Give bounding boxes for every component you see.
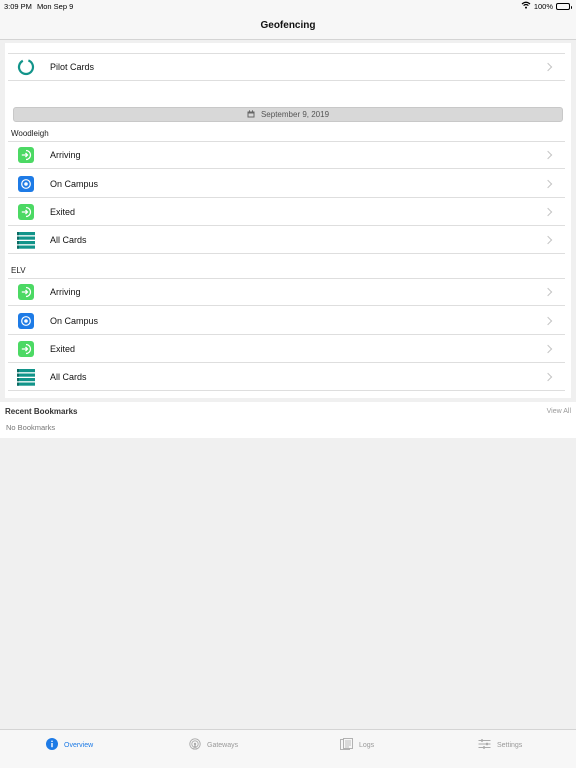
tab-bar: Overview Gateways Logs Settings (0, 729, 576, 768)
chevron-right-icon (543, 207, 553, 216)
bookmarks-empty-text: No Bookmarks (6, 423, 56, 432)
date-selector[interactable]: September 9, 2019 (13, 107, 563, 122)
status-right: 100% (521, 1, 572, 11)
cards-stack-icon (17, 231, 35, 249)
chevron-right-icon (543, 62, 553, 72)
tab-gateways[interactable]: Gateways (189, 738, 238, 752)
pilot-cards-label: Pilot Cards (50, 62, 95, 72)
row-label: All Cards (50, 371, 87, 382)
calendar-icon (247, 109, 255, 120)
view-all-link[interactable]: View All (547, 408, 571, 415)
woodleigh-arriving-row[interactable]: Arriving (8, 141, 565, 169)
woodleigh-exited-row[interactable]: Exited (8, 198, 565, 226)
tab-label: Settings (497, 741, 523, 749)
tab-label: Logs (359, 741, 375, 749)
recent-bookmarks-section: Recent Bookmarks View All No Bookmarks (0, 402, 576, 438)
tab-settings[interactable]: Settings (478, 738, 522, 752)
chevron-right-icon (543, 344, 553, 353)
chevron-right-icon (543, 287, 553, 297)
woodleigh-all-cards-row[interactable]: All Cards (8, 226, 565, 254)
elv-on-campus-row[interactable]: On Campus (8, 307, 565, 335)
circle-ring-icon (17, 58, 35, 76)
pilot-cards-row[interactable]: Pilot Cards (8, 53, 565, 81)
location-dot-icon (18, 312, 34, 329)
logs-icon (340, 738, 353, 752)
woodleigh-on-campus-row[interactable]: On Campus (8, 170, 565, 198)
row-label: Exited (50, 206, 76, 217)
arrive-icon (18, 284, 34, 300)
info-icon (46, 738, 58, 752)
row-label: Exited (50, 343, 76, 354)
row-label: On Campus (50, 315, 99, 326)
row-label: On Campus (50, 178, 99, 189)
wifi-icon (521, 1, 531, 11)
arrive-icon (18, 147, 34, 163)
status-bar: 3:09 PM Mon Sep 9 100% (0, 0, 576, 12)
status-time: 3:09 PM (4, 2, 32, 11)
chevron-right-icon (543, 316, 553, 325)
broadcast-icon (189, 738, 201, 752)
chevron-right-icon (543, 235, 553, 244)
elv-arriving-row[interactable]: Arriving (8, 278, 565, 306)
page-title: Geofencing (260, 20, 316, 31)
navigation-bar: Geofencing (0, 12, 576, 40)
row-label: Arriving (50, 150, 81, 160)
location-dot-icon (18, 175, 34, 192)
battery-percent: 100% (533, 1, 553, 11)
group-label-woodleigh: Woodleigh (11, 129, 49, 138)
elv-exited-row[interactable]: Exited (8, 335, 565, 363)
chevron-right-icon (543, 372, 553, 381)
exit-icon (18, 340, 34, 357)
row-label: All Cards (50, 234, 87, 245)
battery-icon (556, 2, 572, 10)
group-label-elv: ELV (11, 266, 26, 275)
content-card: Pilot Cards September 9, 2019 Woodleigh … (5, 43, 571, 398)
elv-all-cards-row[interactable]: All Cards (8, 363, 565, 391)
cards-stack-icon (17, 368, 35, 386)
tab-label: Gateways (207, 741, 239, 749)
exit-icon (18, 203, 34, 220)
sliders-icon (478, 738, 491, 752)
date-label: September 9, 2019 (260, 110, 330, 119)
status-date: Mon Sep 9 (37, 2, 74, 11)
tab-label: Overview (64, 741, 94, 749)
chevron-right-icon (543, 150, 553, 160)
row-label: Arriving (50, 287, 81, 297)
tab-logs[interactable]: Logs (340, 738, 374, 752)
bookmarks-heading: Recent Bookmarks (5, 407, 78, 416)
tab-overview[interactable]: Overview (46, 738, 93, 752)
chevron-right-icon (543, 179, 553, 188)
